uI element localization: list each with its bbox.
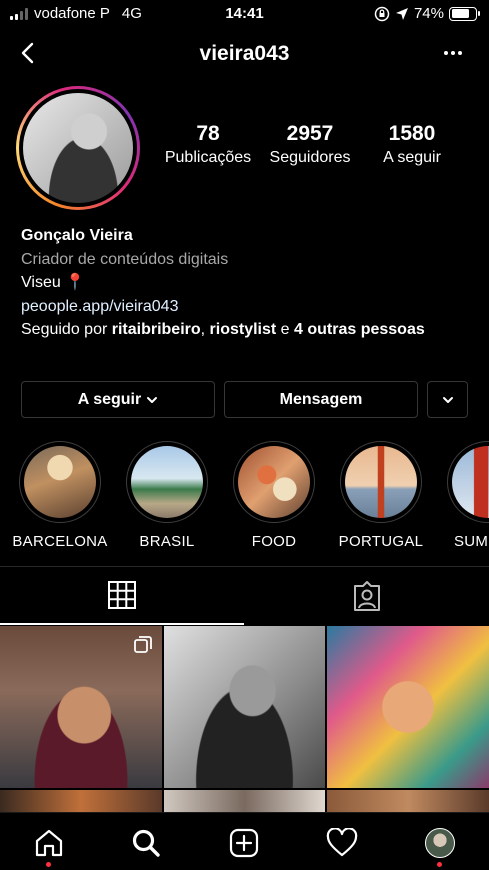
highlight-portugal[interactable]: PORTUGAL bbox=[329, 441, 433, 550]
carousel-icon bbox=[134, 636, 152, 653]
highlight-label: BARCELONA bbox=[12, 533, 108, 550]
notification-dot bbox=[46, 862, 51, 867]
following-button[interactable]: A seguir bbox=[21, 381, 215, 418]
posts-grid bbox=[0, 626, 489, 812]
post-thumbnail[interactable] bbox=[0, 626, 162, 788]
battery-icon bbox=[449, 6, 480, 21]
nav-home[interactable] bbox=[29, 825, 69, 867]
profile-actions: A seguir Mensagem bbox=[21, 381, 468, 418]
followed-by-conjunction: e bbox=[276, 321, 295, 338]
posts-count-value: 78 bbox=[196, 122, 220, 145]
notification-dot bbox=[437, 862, 442, 867]
profile-stats: 78 Publicações 2957 Seguidores 1580 A se… bbox=[160, 122, 460, 167]
highlight-label: FOOD bbox=[251, 533, 297, 550]
home-icon bbox=[35, 829, 63, 857]
post-thumbnail[interactable] bbox=[327, 626, 489, 788]
bottom-navigation bbox=[0, 812, 489, 870]
bio-link[interactable]: peoople.app/vieira043 bbox=[21, 295, 471, 319]
highlight-label: SUM bbox=[454, 533, 489, 550]
battery-percent: 74% bbox=[413, 5, 444, 22]
orientation-lock-icon bbox=[374, 6, 390, 21]
story-highlights: BARCELONA BRASIL FOOD PORTUGAL SUM bbox=[0, 441, 489, 551]
profile-avatar-story-ring[interactable] bbox=[16, 86, 140, 210]
post-thumbnail[interactable] bbox=[0, 790, 162, 812]
profile-tabs bbox=[0, 566, 489, 625]
profile-category: Criador de conteúdos digitais bbox=[21, 250, 229, 268]
full-name: Gonçalo Vieira bbox=[21, 227, 133, 244]
profile-bio: Gonçalo Vieira Criador de conteúdos digi… bbox=[21, 224, 471, 342]
following-button-label: A seguir bbox=[77, 390, 142, 408]
tab-tagged[interactable] bbox=[245, 567, 489, 625]
highlight-brasil[interactable]: BRASIL bbox=[115, 441, 219, 550]
followers-count-label: Seguidores bbox=[269, 149, 351, 166]
highlight-label: PORTUGAL bbox=[338, 533, 424, 550]
post-thumbnail[interactable] bbox=[327, 790, 489, 812]
highlight-cover bbox=[345, 446, 417, 518]
tagged-user-icon bbox=[354, 581, 380, 611]
followers-count[interactable]: 2957 Seguidores bbox=[262, 122, 358, 167]
highlight-label: BRASIL bbox=[139, 533, 195, 550]
bio-location: Viseu 📍 bbox=[21, 271, 471, 295]
more-horizontal-icon bbox=[444, 51, 448, 55]
profile-avatar bbox=[425, 828, 455, 858]
profile-header: vieira043 bbox=[0, 30, 489, 78]
suggested-accounts-button[interactable] bbox=[427, 381, 468, 418]
post-thumbnail[interactable] bbox=[164, 790, 325, 812]
search-icon bbox=[132, 829, 160, 857]
followed-by-prefix: Seguido por bbox=[21, 321, 112, 338]
followed-by-text[interactable]: Seguido por ritaibribeiro, riostylist e … bbox=[21, 318, 471, 342]
highlight-cover bbox=[131, 446, 203, 518]
post-thumbnail[interactable] bbox=[164, 626, 325, 788]
chevron-down-icon bbox=[147, 396, 158, 403]
posts-count: 78 Publicações bbox=[160, 122, 256, 167]
followed-by-user: ritaibribeiro bbox=[111, 321, 201, 338]
following-count-value: 1580 bbox=[388, 122, 436, 145]
more-options-button[interactable] bbox=[439, 38, 467, 68]
profile-avatar bbox=[23, 93, 133, 203]
chevron-down-icon bbox=[442, 396, 453, 403]
following-count[interactable]: 1580 A seguir bbox=[364, 122, 460, 167]
followed-by-user: riostylist bbox=[209, 321, 277, 338]
location-text: Viseu bbox=[21, 274, 61, 291]
nav-new-post[interactable] bbox=[224, 825, 264, 861]
followed-by-others: 4 outras pessoas bbox=[294, 321, 425, 338]
message-button-label: Mensagem bbox=[279, 390, 363, 408]
followed-by-separator: , bbox=[200, 321, 210, 338]
highlight-barcelona[interactable]: BARCELONA bbox=[8, 441, 112, 550]
grid-icon bbox=[108, 581, 136, 609]
location-arrow-icon bbox=[395, 7, 408, 20]
heart-icon bbox=[326, 828, 358, 857]
nav-search[interactable] bbox=[126, 825, 166, 861]
status-bar: vodafone P 4G 14:41 74% bbox=[0, 0, 489, 30]
message-button[interactable]: Mensagem bbox=[224, 381, 418, 418]
highlight-food[interactable]: FOOD bbox=[222, 441, 326, 550]
highlight-cover bbox=[238, 446, 310, 518]
nav-activity[interactable] bbox=[322, 825, 362, 861]
tab-posts-grid[interactable] bbox=[0, 567, 244, 625]
add-post-icon bbox=[229, 828, 259, 858]
highlight-cover bbox=[24, 446, 96, 518]
highlight-summer[interactable]: SUM bbox=[436, 441, 489, 550]
posts-count-label: Publicações bbox=[164, 149, 252, 166]
pin-emoji-icon: 📍 bbox=[65, 274, 86, 291]
nav-profile[interactable] bbox=[420, 825, 460, 867]
highlight-cover bbox=[452, 446, 489, 518]
profile-username: vieira043 bbox=[199, 42, 290, 65]
followers-count-value: 2957 bbox=[286, 122, 334, 145]
following-count-label: A seguir bbox=[383, 149, 441, 166]
